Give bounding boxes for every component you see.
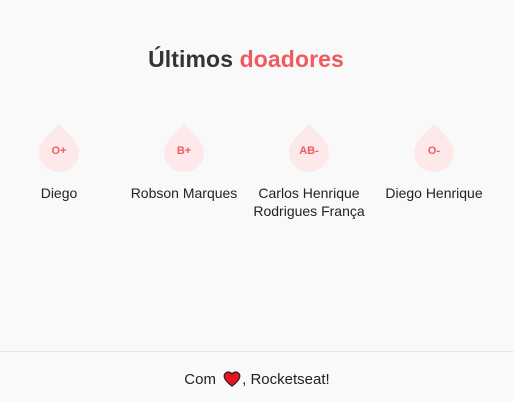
page-title: Últimos doadores — [0, 46, 492, 73]
page: Últimos doadores O+ Diego B+ Robson Marq… — [0, 0, 514, 402]
blood-type: O+ — [51, 145, 67, 157]
footer: Com , Rocketseat! — [0, 351, 514, 402]
donor-name: Diego Henrique — [385, 185, 483, 201]
blood-drop-icon: B+ — [164, 124, 204, 172]
donor-card: B+ Robson Marques — [119, 124, 249, 202]
title-main: Últimos — [148, 46, 234, 72]
donor-name: Diego — [40, 185, 78, 201]
donor-list: O+ Diego B+ Robson Marques AB- Carlos He… — [0, 124, 514, 234]
donor-card: AB- Carlos Henrique Rodrigues França — [244, 124, 374, 220]
blood-drop-icon: AB- — [289, 124, 329, 172]
title-accent: doadores — [239, 46, 344, 72]
donor-name: Robson Marques — [130, 185, 238, 201]
blood-type: B+ — [176, 145, 192, 157]
footer-prefix: Com — [184, 371, 216, 388]
blood-type: AB- — [299, 145, 319, 157]
blood-drop-icon: O- — [414, 124, 454, 172]
donor-card: O- Diego Henrique — [369, 124, 499, 202]
donor-card: O+ Diego — [0, 124, 124, 202]
heart-icon — [223, 371, 241, 387]
footer-suffix: , Rocketseat! — [242, 371, 330, 388]
donor-name: Carlos Henrique Rodrigues França — [253, 185, 365, 219]
blood-type: O- — [427, 145, 441, 157]
blood-drop-icon: O+ — [39, 124, 79, 172]
